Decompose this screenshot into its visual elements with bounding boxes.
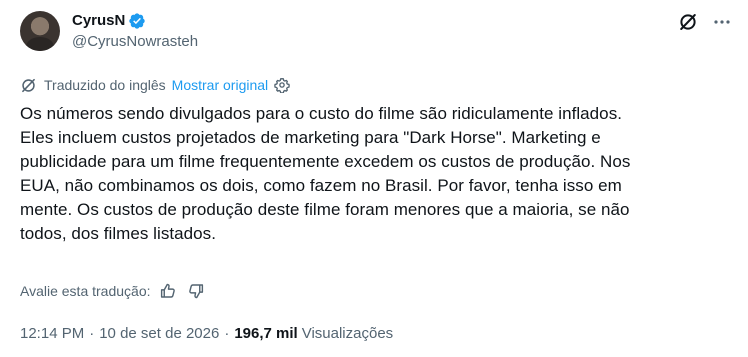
show-original-link[interactable]: Mostrar original	[172, 77, 268, 93]
meta-separator: ·	[89, 324, 95, 342]
tweet-text: Os números sendo divulgados para o custo…	[20, 102, 728, 246]
tweet-header: CyrusN @CyrusNowrasteh	[20, 11, 732, 59]
tweet-time[interactable]: 12:14 PM	[20, 325, 84, 342]
author-handle[interactable]: @CyrusNowrasteh	[72, 32, 198, 52]
tweet-line: EUA, não combinamos os dois, como fazem …	[20, 176, 622, 195]
tweet-meta: 12:14 PM · 10 de set de 2026 · 196,7 mil…	[20, 322, 393, 344]
gear-icon[interactable]	[274, 77, 290, 94]
tweet-line: todos, dos filmes listados.	[20, 224, 216, 243]
tweet-line: mente. Os custos de produção deste filme…	[20, 200, 630, 219]
avatar[interactable]	[20, 11, 60, 51]
display-name[interactable]: CyrusN	[72, 11, 125, 31]
views-label: Visualizações	[301, 324, 394, 342]
top-actions	[678, 11, 732, 32]
tweet-line: Os números sendo divulgados para o custo…	[20, 104, 623, 123]
thumb-down-icon[interactable]	[187, 282, 205, 300]
translation-row: Traduzido do inglês Mostrar original	[20, 75, 290, 95]
rate-translation-label: Avalie esta tradução:	[20, 283, 151, 299]
author-block: CyrusN @CyrusNowrasteh	[72, 11, 198, 52]
translation-label: Traduzido do inglês	[44, 77, 166, 93]
grok-icon[interactable]	[678, 12, 698, 32]
tweet-line: Eles incluem custos projetados de market…	[20, 128, 601, 147]
tweet-line: publicidade para um filme frequentemente…	[20, 152, 631, 171]
views-count: 196,7 mil	[234, 324, 298, 342]
thumb-up-icon[interactable]	[159, 282, 177, 300]
verified-badge-icon[interactable]	[128, 12, 146, 30]
tweet-date[interactable]: 10 de set de 2026	[99, 325, 219, 342]
name-row: CyrusN	[72, 11, 198, 31]
rate-translation-row: Avalie esta tradução:	[20, 281, 205, 301]
translate-icon	[20, 77, 37, 94]
more-dots-icon[interactable]	[712, 12, 732, 32]
meta-separator: ·	[224, 324, 230, 342]
